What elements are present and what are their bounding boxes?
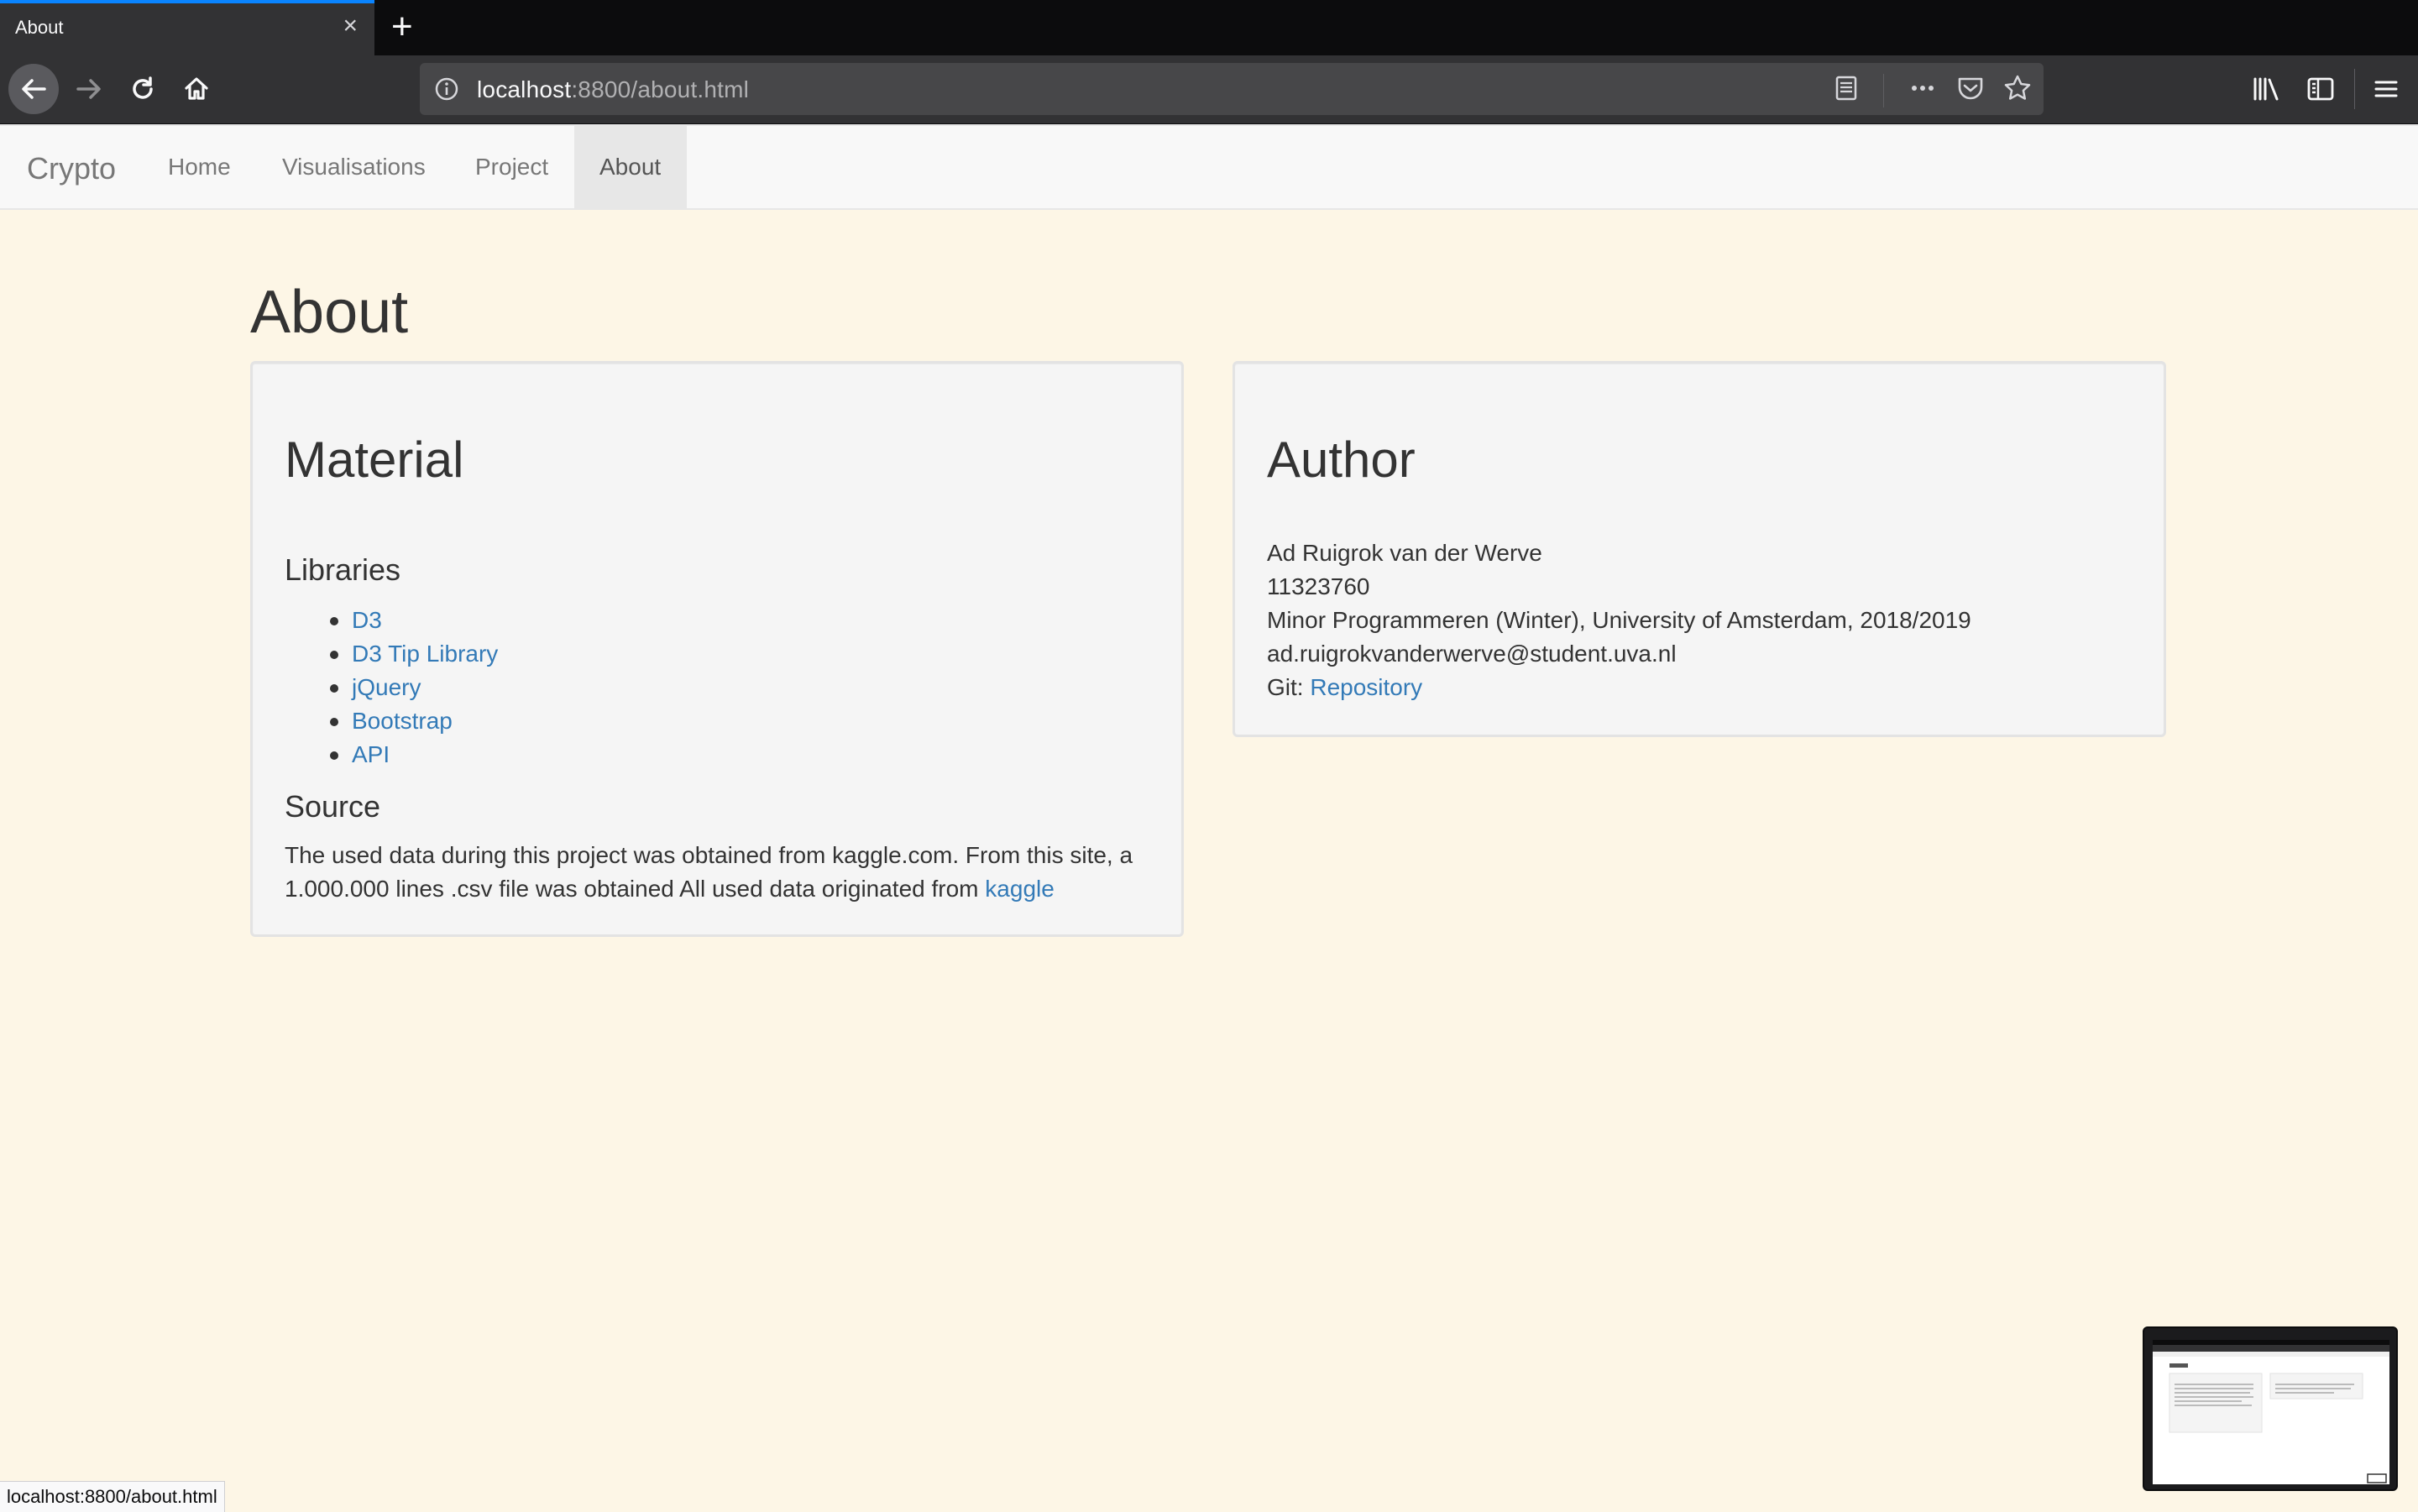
bullet: [330, 751, 338, 760]
libraries-heading: Libraries: [285, 552, 401, 587]
url-separator: [1883, 73, 1884, 107]
library-link-d3-tip[interactable]: D3 Tip Library: [352, 641, 498, 667]
tab-about[interactable]: About ×: [0, 0, 374, 55]
git-line: Git: Repository: [1267, 671, 1422, 704]
reload-icon[interactable]: [118, 64, 168, 114]
url-bar[interactable]: localhost:8800/about.html: [420, 63, 2044, 115]
source-text-line2: 1.000.000 lines .csv file was obtained A…: [285, 872, 1055, 906]
more-icon[interactable]: [1906, 73, 1939, 107]
list-item: D3 Tip Library: [285, 637, 498, 671]
nav-about[interactable]: About: [574, 126, 687, 208]
library-link-d3[interactable]: D3: [352, 607, 382, 633]
menu-icon[interactable]: [2361, 64, 2411, 114]
source-heading: Source: [285, 789, 381, 824]
thumbnail-preview: [2153, 1340, 2389, 1484]
author-name: Ad Ruigrok van der Werve: [1267, 540, 1542, 566]
author-email: ad.ruigrokvanderwerve@student.uva.nl: [1267, 641, 1677, 667]
library-icon[interactable]: [2242, 64, 2292, 114]
brand-link[interactable]: Crypto: [27, 151, 116, 186]
bullet: [330, 718, 338, 726]
reader-view-icon[interactable]: [1831, 73, 1861, 107]
bullet: [330, 684, 338, 693]
tab-bar: About × +: [0, 0, 2418, 55]
git-label: Git:: [1267, 674, 1311, 700]
site-navbar: Crypto Home Visualisations Project About: [0, 124, 2418, 210]
url-text: localhost:8800/about.html: [477, 76, 750, 102]
kaggle-link[interactable]: kaggle: [985, 876, 1055, 902]
repository-link[interactable]: Repository: [1310, 674, 1422, 700]
library-link-api[interactable]: API: [352, 741, 390, 767]
pocket-icon[interactable]: [1955, 73, 1986, 107]
toolbar-separator: [2354, 69, 2355, 109]
thumbnail-image: [2153, 1340, 2389, 1483]
author-heading: Author: [1267, 432, 1416, 488]
library-link-jquery[interactable]: jQuery: [352, 674, 421, 700]
student-number: 11323760: [1267, 573, 1370, 599]
info-icon[interactable]: [433, 76, 460, 107]
home-icon[interactable]: [171, 64, 222, 114]
close-icon[interactable]: ×: [343, 13, 358, 39]
window-thumbnail[interactable]: [2143, 1326, 2398, 1491]
tab-title: About: [15, 17, 64, 38]
browser-toolbar: localhost:8800/about.html: [0, 55, 2418, 124]
libraries-list: D3 D3 Tip Library jQuery Bootstrap API: [285, 604, 498, 772]
author-panel: Author Ad Ruigrok van der Werve 11323760…: [1233, 361, 2166, 737]
list-item: Bootstrap: [285, 704, 498, 738]
forward-arrow-icon[interactable]: [64, 64, 114, 114]
star-icon[interactable]: [2002, 73, 2033, 107]
back-arrow-icon[interactable]: [8, 64, 59, 114]
list-item: D3: [285, 604, 498, 637]
bullet: [330, 651, 338, 659]
nav-home[interactable]: Home: [143, 126, 256, 208]
program-info: Minor Programmeren (Winter), University …: [1267, 607, 1971, 633]
nav-visualisations[interactable]: Visualisations: [257, 126, 451, 208]
material-heading: Material: [285, 432, 464, 488]
list-item: API: [285, 738, 498, 772]
source-text-line1: The used data during this project was ob…: [285, 842, 1133, 868]
source-text: 1.000.000 lines .csv file was obtained A…: [285, 876, 986, 902]
material-panel: Material Libraries D3 D3 Tip Library jQu…: [250, 361, 1184, 937]
library-link-bootstrap[interactable]: Bootstrap: [352, 708, 453, 734]
status-bar: localhost:8800/about.html: [0, 1481, 225, 1512]
nav-project[interactable]: Project: [450, 126, 573, 208]
new-tab-icon[interactable]: +: [391, 7, 413, 47]
sidebar-icon[interactable]: [2295, 64, 2346, 114]
bullet: [330, 617, 338, 625]
list-item: jQuery: [285, 671, 498, 704]
page-title: About: [250, 279, 409, 346]
